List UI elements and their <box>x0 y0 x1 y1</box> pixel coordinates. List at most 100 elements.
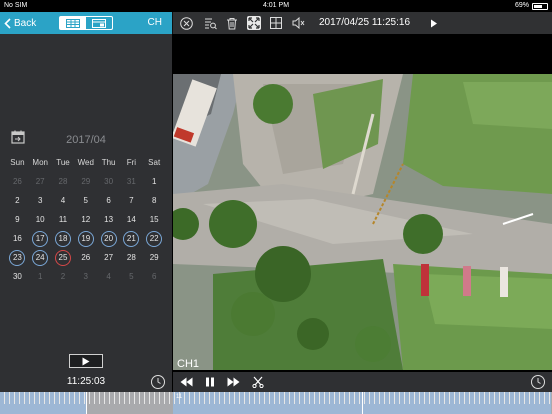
calendar-day[interactable]: 1 <box>29 267 52 286</box>
calendar-day[interactable]: 10 <box>29 210 52 229</box>
calendar-day-recorded[interactable]: 20 <box>97 229 120 248</box>
calendar-day[interactable]: 7 <box>120 191 143 210</box>
calendar-day-number: 28 <box>58 177 68 186</box>
calendar-day[interactable]: 29 <box>143 248 166 267</box>
recording-timeline[interactable]: 11 <box>0 392 552 414</box>
calendar-day-number: 1 <box>151 177 157 186</box>
calendar-day[interactable]: 8 <box>143 191 166 210</box>
calendar-day[interactable]: 31 <box>120 172 143 191</box>
battery-percent: 69% <box>514 2 529 9</box>
calendar-day-number: 3 <box>37 196 43 205</box>
weekday-header: Sun Mon Tue Wed Thu Fri Sat <box>6 153 166 172</box>
calendar-day[interactable]: 26 <box>6 172 29 191</box>
back-label: Back <box>14 17 37 29</box>
timeline-cursor[interactable] <box>362 392 363 414</box>
scissors-icon[interactable] <box>251 376 265 388</box>
list-view-tab[interactable] <box>60 17 86 29</box>
calendar-day[interactable]: 13 <box>97 210 120 229</box>
calendar-day[interactable]: 5 <box>74 191 97 210</box>
calendar-day[interactable]: 5 <box>120 267 143 286</box>
calendar-day-recorded[interactable]: 17 <box>29 229 52 248</box>
back-button[interactable]: Back <box>4 15 36 31</box>
calendar-day-recorded[interactable]: 18 <box>52 229 75 248</box>
calendar-day-number: 28 <box>126 253 136 262</box>
calendar-day-recorded[interactable]: 23 <box>6 248 29 267</box>
calendar-jump-icon[interactable] <box>11 130 25 149</box>
calendar-day[interactable]: 28 <box>52 172 75 191</box>
calendar-day-number: 4 <box>106 272 111 281</box>
video-pane[interactable]: CH1 <box>173 34 552 372</box>
calendar-day[interactable]: 4 <box>52 191 75 210</box>
calendar-day-selected[interactable]: 25 <box>52 248 75 267</box>
timeline-cursor[interactable] <box>86 392 87 414</box>
calendar-day-recorded[interactable]: 24 <box>29 248 52 267</box>
list-view-icon <box>66 18 80 28</box>
search-list-icon[interactable] <box>203 16 217 30</box>
calendar-day[interactable]: 14 <box>120 210 143 229</box>
calendar-week-row: 2 3 4 5 6 7 8 <box>6 191 166 210</box>
calendar-day-recorded[interactable]: 21 <box>120 229 143 248</box>
video-toolbar: 2017/04/25 11:25:16 <box>172 12 552 34</box>
calendar-day-number: 9 <box>15 215 20 224</box>
calendar-day[interactable]: 29 <box>74 172 97 191</box>
calendar-day[interactable]: 11 <box>52 210 75 229</box>
calendar-day[interactable]: 3 <box>29 191 52 210</box>
calendar-day-number: 29 <box>81 177 91 186</box>
play-icon <box>82 357 90 365</box>
view-mode-toggle[interactable] <box>59 16 113 30</box>
calendar-day[interactable]: 28 <box>120 248 143 267</box>
rewind-icon[interactable] <box>179 376 193 388</box>
calendar-day-number: 10 <box>35 215 45 224</box>
calendar-day[interactable]: 3 <box>74 267 97 286</box>
calendar-week-row: 16 17 18 19 20 21 22 <box>6 229 166 248</box>
calendar-day-number: 29 <box>149 253 159 262</box>
calendar-day-number: 27 <box>104 253 114 262</box>
calendar-day[interactable]: 16 <box>6 229 29 248</box>
timeline-ticks <box>0 392 552 404</box>
expand-icon[interactable] <box>247 16 261 30</box>
calendar-day[interactable]: 27 <box>97 248 120 267</box>
timeline-hour-label: 11 <box>176 394 183 400</box>
channel-button[interactable]: CH <box>148 17 162 28</box>
calendar-day-number: 24 <box>32 249 49 266</box>
calendar-day-number: 22 <box>146 230 163 247</box>
pause-icon[interactable] <box>203 376 217 388</box>
calendar-day-number: 31 <box>126 177 136 186</box>
play-button[interactable] <box>69 354 103 368</box>
calendar-day-number: 27 <box>35 177 45 186</box>
weekday-label: Mon <box>32 158 48 167</box>
calendar-week-row: 26 27 28 29 30 31 1 <box>6 172 166 191</box>
weekday-label: Thu <box>101 158 116 167</box>
calendar-day-recorded[interactable]: 22 <box>143 229 166 248</box>
fast-forward-icon[interactable] <box>226 376 240 388</box>
trash-icon[interactable] <box>225 16 239 30</box>
calendar-day[interactable]: 26 <box>74 248 97 267</box>
grid-icon[interactable] <box>269 16 283 30</box>
calendar-day[interactable]: 1 <box>143 172 166 191</box>
calendar-day[interactable]: 30 <box>97 172 120 191</box>
calendar-day[interactable]: 12 <box>74 210 97 229</box>
calendar-day-number: 12 <box>81 215 91 224</box>
calendar-day[interactable]: 4 <box>97 267 120 286</box>
calendar-day[interactable]: 15 <box>143 210 166 229</box>
calendar-day[interactable]: 27 <box>29 172 52 191</box>
playback-controls <box>173 372 552 392</box>
calendar-day[interactable]: 30 <box>6 267 29 286</box>
chevron-left-icon <box>4 17 11 29</box>
channel-overlay-label: CH1 <box>177 358 200 370</box>
calendar-week-row: 23 24 25 26 27 28 29 <box>6 248 166 267</box>
calendar-day[interactable]: 2 <box>6 191 29 210</box>
calendar-day-recorded[interactable]: 19 <box>74 229 97 248</box>
close-circle-icon[interactable] <box>179 16 193 30</box>
calendar-view-tab[interactable] <box>86 17 112 29</box>
speaker-mute-icon[interactable] <box>291 16 305 30</box>
calendar-day[interactable]: 6 <box>97 191 120 210</box>
play-icon[interactable] <box>427 16 441 30</box>
calendar-day[interactable]: 9 <box>6 210 29 229</box>
weekday-label: Fri <box>126 158 137 167</box>
calendar-day-number: 5 <box>83 196 88 205</box>
calendar-day-number: 11 <box>58 215 68 224</box>
calendar-day[interactable]: 2 <box>52 267 75 286</box>
calendar-day-number: 6 <box>106 196 111 205</box>
calendar-day[interactable]: 6 <box>143 267 166 286</box>
